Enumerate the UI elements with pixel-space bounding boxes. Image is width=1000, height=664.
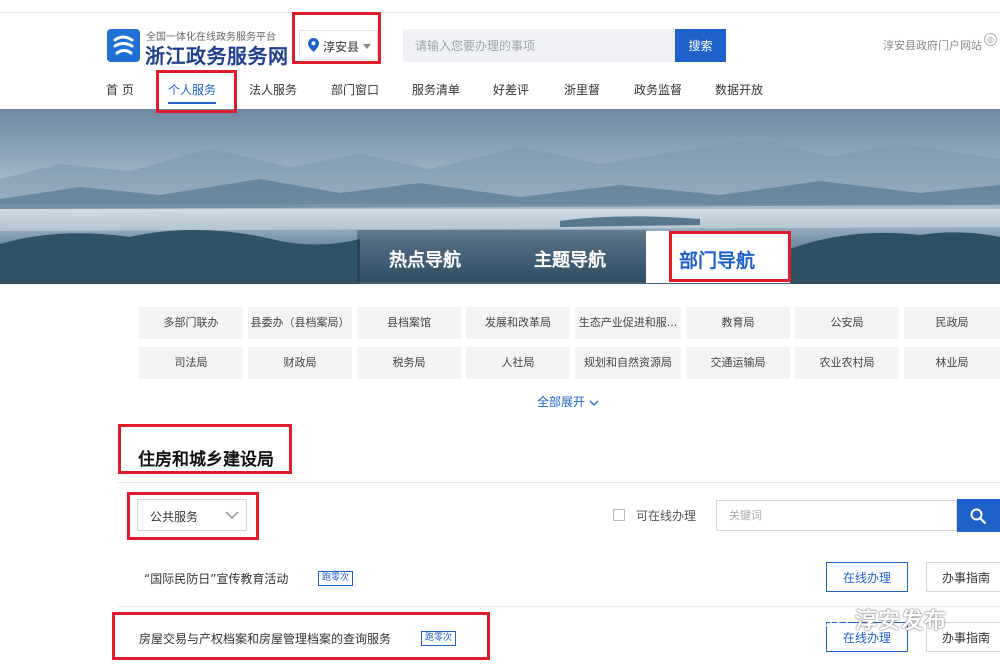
dept-development-reform[interactable]: 发展和改革局 xyxy=(466,307,570,339)
service-name-1[interactable]: “国际民防日”宣传教育活动 xyxy=(144,570,288,587)
dept-public-security[interactable]: 公安局 xyxy=(795,307,899,339)
region-selector[interactable]: 淳安县 xyxy=(299,30,378,60)
service-type-select[interactable]: 公共服务 xyxy=(137,499,247,531)
nav-zheli-supervision[interactable]: 浙里督 xyxy=(564,81,600,98)
dept-education[interactable]: 教育局 xyxy=(686,307,790,339)
dept-ecological-industry[interactable]: 生态产业促进和服... xyxy=(575,307,681,339)
dept-justice[interactable]: 司法局 xyxy=(139,347,243,379)
service-badge-1: 跑零次 xyxy=(318,571,354,586)
chevron-down-icon xyxy=(589,400,599,406)
nav-legal-person-service[interactable]: 法人服务 xyxy=(249,81,297,98)
wechat-icon xyxy=(819,609,848,631)
search-input[interactable] xyxy=(403,29,675,62)
keyword-input[interactable] xyxy=(716,500,957,531)
nav-active-underline xyxy=(168,102,216,104)
nav-department-window[interactable]: 部门窗口 xyxy=(331,81,379,98)
dept-planning-natural-resources[interactable]: 规划和自然资源局 xyxy=(575,347,681,379)
nav-service-list[interactable]: 服务清单 xyxy=(412,81,460,98)
logo-title[interactable]: 浙江政务服务网 xyxy=(145,40,289,69)
online-apply-button-1[interactable]: 在线办理 xyxy=(826,562,908,592)
dept-county-archives[interactable]: 县档案馆 xyxy=(357,307,461,339)
dept-taxation[interactable]: 税务局 xyxy=(357,347,461,379)
section-divider xyxy=(118,482,1000,483)
dept-multi-department[interactable]: 多部门联办 xyxy=(139,307,243,339)
accessibility-icon[interactable]: ◎ xyxy=(984,33,997,46)
dept-forestry[interactable]: 林业局 xyxy=(904,347,1000,379)
tab-topic-navigation[interactable]: 主题导航 xyxy=(534,246,606,272)
service-badge-2: 跑零次 xyxy=(421,631,457,646)
location-pin-icon xyxy=(308,38,319,52)
nav-open-data[interactable]: 数据开放 xyxy=(715,81,763,98)
portal-link[interactable]: 淳安县政府门户网站 xyxy=(883,37,982,53)
expand-all-label: 全部展开 xyxy=(537,395,586,409)
main-nav: 首 页 个人服务 法人服务 部门窗口 服务清单 好差评 浙里督 政务监督 数据开… xyxy=(0,76,1000,106)
dept-agriculture[interactable]: 农业农村局 xyxy=(795,347,899,379)
chevron-down-icon xyxy=(225,511,239,519)
wechat-watermark: 淳安发布 xyxy=(815,603,995,635)
search-button[interactable]: 搜索 xyxy=(675,29,726,62)
logo-icon[interactable] xyxy=(107,29,140,62)
top-divider xyxy=(0,12,1000,13)
nav-personal-service[interactable]: 个人服务 xyxy=(168,81,216,98)
dept-county-committee-office[interactable]: 县委办（县档案局） xyxy=(248,307,352,339)
nav-government-supervision[interactable]: 政务监督 xyxy=(634,81,682,98)
dept-finance[interactable]: 财政局 xyxy=(248,347,352,379)
service-name-2[interactable]: 房屋交易与产权档案和房屋管理档案的查询服务 xyxy=(139,630,391,647)
department-section-title: 住房和城乡建设局 xyxy=(138,450,274,470)
service-type-value: 公共服务 xyxy=(150,510,199,524)
search-icon xyxy=(970,508,986,524)
dept-human-resources[interactable]: 人社局 xyxy=(466,347,570,379)
expand-all-link[interactable]: 全部展开 xyxy=(537,393,599,410)
dept-civil-affairs[interactable]: 民政局 xyxy=(904,307,1000,339)
nav-rating[interactable]: 好差评 xyxy=(493,81,529,98)
watermark-text: 淳安发布 xyxy=(855,609,948,634)
caret-down-icon xyxy=(363,44,371,49)
online-only-label: 可在线办理 xyxy=(636,509,697,523)
dept-transportation[interactable]: 交通运输局 xyxy=(686,347,790,379)
nav-home[interactable]: 首 页 xyxy=(106,81,134,98)
keyword-search-button[interactable] xyxy=(957,499,1000,532)
tab-hot-navigation[interactable]: 热点导航 xyxy=(389,246,461,272)
region-label: 淳安县 xyxy=(323,40,360,54)
online-only-checkbox[interactable] xyxy=(613,509,625,521)
service-guide-button-1[interactable]: 办事指南 xyxy=(926,562,1000,592)
tab-department-navigation-label: 部门导航 xyxy=(679,250,756,272)
